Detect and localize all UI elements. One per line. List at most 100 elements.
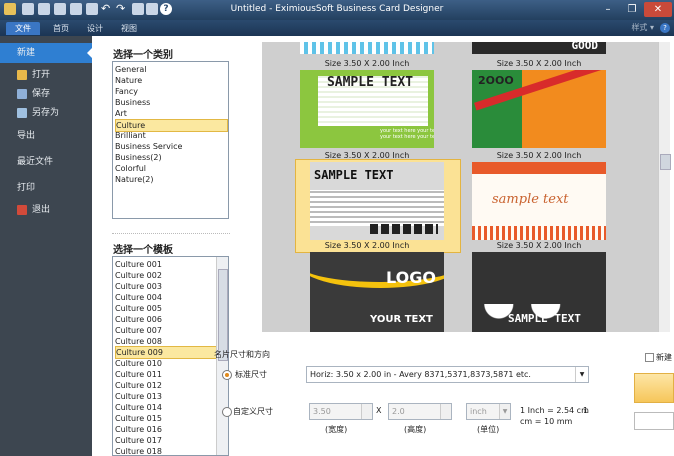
- list-item[interactable]: Business(2): [115, 152, 162, 163]
- list-item[interactable]: Fancy: [115, 86, 138, 97]
- chevron-down-icon[interactable]: ▼: [499, 404, 510, 419]
- new-label: 新建: [656, 353, 672, 362]
- maximize-button[interactable]: ❐: [620, 2, 644, 17]
- template-card[interactable]: 2OOO: [472, 70, 606, 148]
- pdf-icon[interactable]: [70, 3, 82, 15]
- nav-save-label: 保存: [32, 89, 51, 99]
- width-input[interactable]: 3.50: [309, 403, 373, 420]
- new-checkbox[interactable]: [645, 353, 654, 362]
- card-caption: Size 3.50 X 2.00 Inch: [496, 151, 582, 160]
- standard-size-radio[interactable]: [222, 370, 232, 380]
- nav-new-label: 新建: [17, 48, 36, 58]
- template-card[interactable]: SAMPLE TEXT: [472, 252, 606, 332]
- tab-design[interactable]: 设计: [78, 22, 112, 35]
- nav-new[interactable]: 新建: [0, 43, 93, 63]
- template-card[interactable]: GOOD: [472, 42, 606, 54]
- list-item[interactable]: Culture 006: [115, 314, 162, 325]
- standard-size-select[interactable]: Horiz: 3.50 x 2.00 in - Avery 8371,5371,…: [306, 366, 589, 383]
- height-input[interactable]: 2.0: [388, 403, 452, 420]
- divider: [112, 233, 230, 234]
- style-dropdown[interactable]: 样式 ▾: [631, 22, 654, 33]
- new-file-icon[interactable]: [22, 3, 34, 15]
- nav-save-as[interactable]: 另存为: [0, 103, 92, 123]
- list-item[interactable]: Culture 018: [115, 446, 162, 455]
- gallery-scrollbar[interactable]: [658, 42, 671, 332]
- scroll-thumb[interactable]: [218, 269, 228, 361]
- template-gallery[interactable]: GOOD Size 3.50 X 2.00 Inch Size 3.50 X 2…: [262, 42, 658, 332]
- list-item[interactable]: Business Service: [115, 141, 182, 152]
- width-spinner[interactable]: [361, 404, 372, 419]
- list-item[interactable]: Culture 015: [115, 413, 162, 424]
- card-caption: Size 3.50 X 2.00 Inch: [496, 59, 582, 68]
- list-item[interactable]: Culture 007: [115, 325, 162, 336]
- save-icon[interactable]: [54, 3, 66, 15]
- list-item[interactable]: General: [115, 64, 147, 75]
- scroll-thumb[interactable]: [660, 154, 671, 170]
- category-list[interactable]: General Nature Fancy Business Art Cultur…: [112, 61, 229, 219]
- list-item[interactable]: Culture 012: [115, 380, 162, 391]
- secondary-button[interactable]: [634, 412, 674, 430]
- save-icon: [17, 89, 27, 99]
- list-item[interactable]: Culture 004: [115, 292, 162, 303]
- height-spinner[interactable]: [440, 404, 451, 419]
- list-item[interactable]: Colorful: [115, 163, 146, 174]
- tab-home[interactable]: 首页: [44, 22, 78, 35]
- create-button[interactable]: [634, 373, 674, 403]
- template-list[interactable]: Culture 001 Culture 002 Culture 003 Cult…: [112, 256, 229, 456]
- custom-size-label: 自定义尺寸: [233, 407, 273, 416]
- tab-file[interactable]: 文件: [6, 22, 40, 35]
- template-card-selected[interactable]: SAMPLE TEXT: [310, 162, 444, 240]
- nav-print-label: 打印: [17, 183, 36, 193]
- list-item[interactable]: Art: [115, 108, 127, 119]
- custom-size-radio[interactable]: [222, 407, 232, 417]
- nav-exit[interactable]: 退出: [0, 200, 92, 220]
- template-card[interactable]: [300, 42, 434, 54]
- unit-select[interactable]: inch ▼: [466, 403, 511, 420]
- list-item[interactable]: Culture 014: [115, 402, 162, 413]
- list-item[interactable]: Culture 001: [115, 259, 162, 270]
- list-item[interactable]: Culture 002: [115, 270, 162, 281]
- open-file-icon[interactable]: [38, 3, 50, 15]
- unit-caption: (单位): [477, 425, 500, 434]
- nav-exit-label: 退出: [32, 205, 51, 215]
- list-item[interactable]: Culture 017: [115, 435, 162, 446]
- print-icon[interactable]: [86, 3, 98, 15]
- template-card[interactable]: sample text: [472, 162, 606, 240]
- conversion-text-2: cm = 10 mm: [520, 417, 573, 426]
- nav-export-label: 导出: [17, 131, 36, 141]
- nav-export[interactable]: 导出: [0, 126, 92, 146]
- help-button-icon[interactable]: ?: [660, 23, 670, 33]
- nav-save-as-label: 另存为: [32, 108, 60, 118]
- tab-view[interactable]: 视图: [112, 22, 146, 35]
- chevron-down-icon[interactable]: ▼: [575, 367, 588, 382]
- list-item[interactable]: Business: [115, 97, 150, 108]
- height-caption: (高度): [404, 425, 427, 434]
- template-card[interactable]: SAMPLE TEXT your text here your text you…: [300, 70, 434, 148]
- list-item[interactable]: Culture 013: [115, 391, 162, 402]
- list-item[interactable]: Culture 016: [115, 424, 162, 435]
- minimize-button[interactable]: –: [596, 2, 620, 17]
- list-item[interactable]: Nature(2): [115, 174, 153, 185]
- nav-print[interactable]: 打印: [0, 178, 92, 198]
- list-item[interactable]: Culture 003: [115, 281, 162, 292]
- list-item[interactable]: Culture 011: [115, 369, 162, 380]
- list-item[interactable]: Culture 010: [115, 358, 162, 369]
- nav-save[interactable]: 保存: [0, 84, 92, 104]
- list-item[interactable]: Nature: [115, 75, 142, 86]
- export-icon[interactable]: [132, 3, 144, 15]
- card-caption: Size 3.50 X 2.00 Inch: [324, 59, 410, 68]
- app-menu-icon[interactable]: [4, 3, 16, 15]
- standard-size-value: Horiz: 3.50 x 2.00 in - Avery 8371,5371,…: [310, 370, 531, 379]
- times-sign: X: [376, 406, 382, 415]
- nav-open[interactable]: 打开: [0, 65, 92, 85]
- nav-recent-files[interactable]: 最近文件: [0, 152, 92, 172]
- list-item[interactable]: Brilliant: [115, 130, 146, 141]
- close-button[interactable]: ✕: [644, 2, 672, 17]
- redo-icon[interactable]: ↷: [116, 3, 128, 15]
- undo-icon[interactable]: ↶: [101, 3, 113, 15]
- file-menu-sidebar: 新建 打开 保存 另存为 导出 最近文件 打印 退出: [0, 36, 93, 456]
- template-card[interactable]: LOGO YOUR TEXT: [310, 252, 444, 332]
- list-item[interactable]: Culture 005: [115, 303, 162, 314]
- size-header: 名片尺寸和方向: [214, 350, 270, 359]
- category-header: 选择一个类别: [113, 50, 173, 61]
